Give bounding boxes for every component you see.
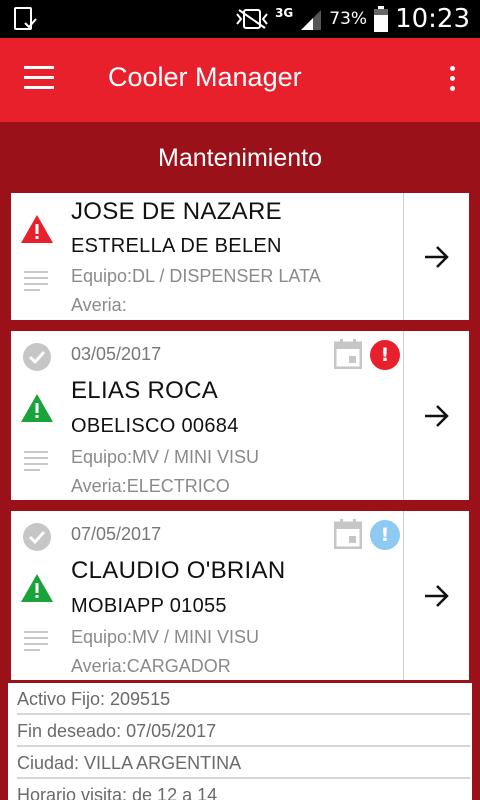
notes-icon [24,451,48,471]
store-name: MOBIAPP 01055 [71,595,227,617]
detail-city: Ciudad: VILLA ARGENTINA [17,748,470,779]
customer-name: JOSE DE NAZARE [71,198,282,225]
check-circle-icon[interactable] [22,522,52,552]
warning-triangle-icon [21,215,53,243]
hamburger-menu-icon[interactable] [24,66,60,94]
fault-label: Averia:CARGADOR [71,656,231,676]
maintenance-card[interactable]: JOSE DE NAZARE ESTRELLA DE BELEN Equipo:… [11,193,469,320]
card-content: JOSE DE NAZARE ESTRELLA DE BELEN Equipo:… [11,193,403,320]
calendar-icon [334,519,362,549]
app-bar: Cooler Manager [0,38,480,122]
equipment-label: Equipo:DL / DISPENSER LATA [71,266,321,286]
check-circle-icon[interactable] [22,342,52,372]
equipment-label: Equipo:MV / MINI VISU [71,447,260,467]
notes-icon [24,631,48,651]
calendar-icon [334,339,362,369]
customer-name: CLAUDIO O'BRIAN [71,557,286,584]
detail-asset-id: Activo Fijo: 209515 [17,684,470,715]
warning-triangle-icon [21,394,53,422]
battery-icon [374,6,389,32]
arrow-right-icon [424,245,449,268]
arrow-right-icon [424,584,449,607]
open-card-button[interactable] [404,511,469,680]
status-bar: 3G 73% 10:23 [0,0,480,38]
signal-icon [301,10,322,30]
visit-date: 07/05/2017 [71,524,162,544]
store-name: OBELISCO 00684 [71,415,239,437]
fault-label: Averia:ELECTRICO [71,476,230,496]
card-content: 03/05/2017 ! ELIAS ROCA OBELISCO 00684 E… [11,331,403,500]
detail-visit-hours: Horario visita: de 12 a 14 [17,785,218,800]
card-content: 07/05/2017 ! CLAUDIO O'BRIAN MOBIAPP 010… [11,511,403,680]
visit-date: 03/05/2017 [71,344,162,364]
arrow-right-icon [424,404,449,427]
download-icon [14,7,37,30]
fault-label: Averia: [71,295,127,315]
detail-desired-end: Fin deseado: 07/05/2017 [17,716,470,747]
vibrate-mute-icon [236,9,268,29]
open-card-button[interactable] [404,331,469,500]
maintenance-card[interactable]: 07/05/2017 ! CLAUDIO O'BRIAN MOBIAPP 010… [11,511,469,680]
notes-icon [24,271,48,291]
network-type: 3G [275,6,294,20]
open-card-button[interactable] [404,193,469,320]
section-title: Mantenimiento [158,144,322,172]
info-badge: ! [370,520,400,550]
warning-triangle-icon [21,574,53,602]
store-name: ESTRELLA DE BELEN [71,235,282,257]
app-title: Cooler Manager [108,62,302,92]
overflow-menu-icon[interactable] [446,66,458,96]
alert-badge: ! [370,340,400,370]
detail-panel: Activo Fijo: 209515 Fin deseado: 07/05/2… [8,683,472,800]
customer-name: ELIAS ROCA [71,377,219,404]
maintenance-card[interactable]: 03/05/2017 ! ELIAS ROCA OBELISCO 00684 E… [11,331,469,500]
equipment-label: Equipo:MV / MINI VISU [71,627,260,647]
clock: 10:23 [395,4,470,34]
battery-percent: 73% [329,9,368,29]
